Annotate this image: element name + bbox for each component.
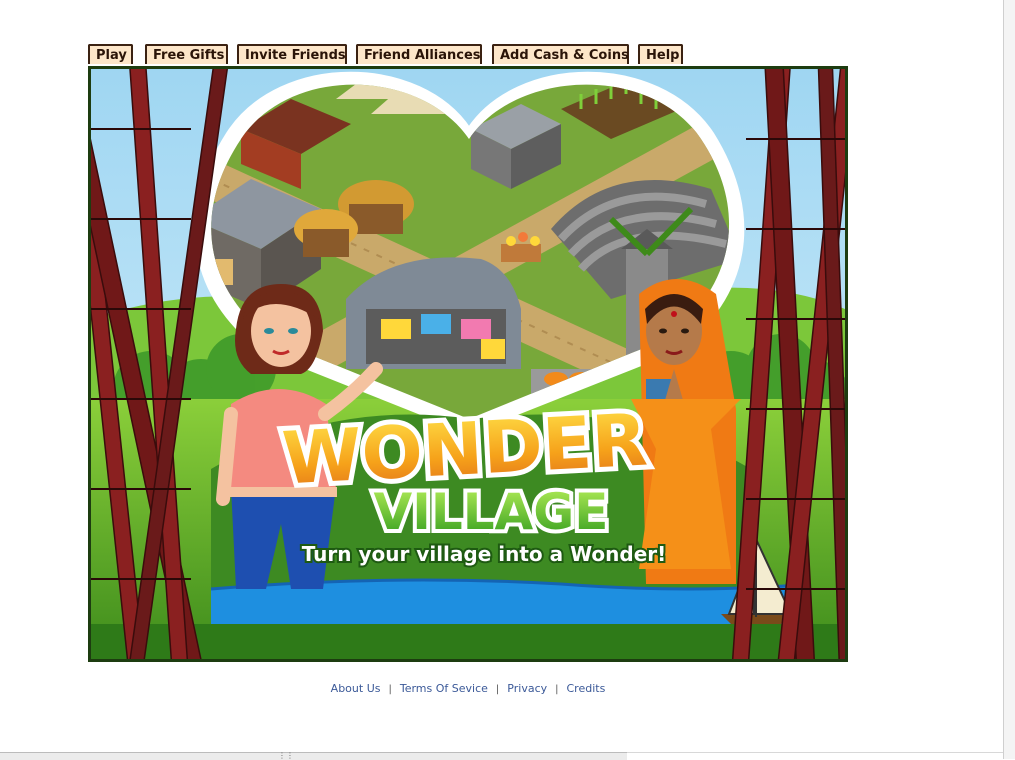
tab-add-cash-coins[interactable]: Add Cash & Coins — [492, 44, 629, 64]
footer-link-about-us[interactable]: About Us — [331, 682, 381, 695]
footer-separator: | — [495, 684, 500, 695]
footer-link-privacy[interactable]: Privacy — [507, 682, 547, 695]
footer-links: About Us | Terms Of Sevice | Privacy | Credits — [0, 682, 936, 695]
footer-link-terms[interactable]: Terms Of Sevice — [400, 682, 488, 695]
tagline-text: Turn your village into a Wonder! — [302, 542, 667, 566]
window-edge-fill — [1004, 0, 1015, 759]
footer-link-credits[interactable]: Credits — [567, 682, 606, 695]
tab-friend-alliances[interactable]: Friend Alliances — [356, 44, 482, 64]
game-canvas[interactable]: WONDER VILLAGE Turn your village into a … — [88, 66, 848, 662]
resize-grip-icon[interactable]: ⋮⋮ — [278, 752, 294, 760]
footer-separator: | — [555, 684, 559, 695]
tab-play[interactable]: Play — [88, 44, 133, 64]
tab-invite-friends[interactable]: Invite Friends — [237, 44, 347, 64]
footer-separator: | — [388, 684, 392, 695]
game-splash-art: WONDER VILLAGE Turn your village into a … — [91, 69, 845, 659]
logo-village-text: VILLAGE — [374, 483, 609, 541]
tab-help[interactable]: Help — [638, 44, 683, 64]
tab-free-gifts[interactable]: Free Gifts — [145, 44, 228, 64]
